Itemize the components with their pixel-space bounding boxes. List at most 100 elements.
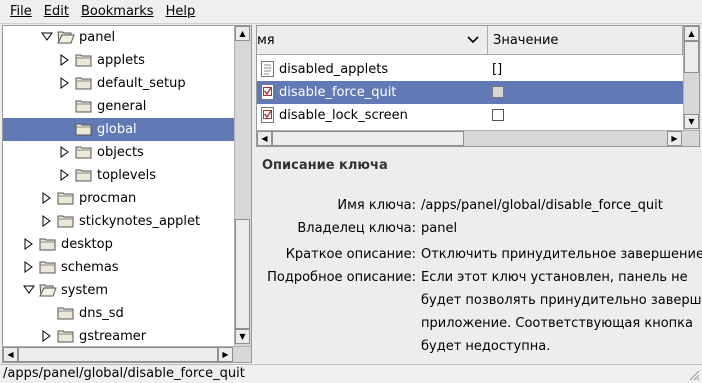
key-row-disabled-applets[interactable]: disabled_applets []: [257, 58, 683, 81]
expander-collapsed-icon[interactable]: [41, 330, 53, 342]
expander-collapsed-icon[interactable]: [59, 54, 71, 66]
key-tree[interactable]: gstreamer dns_sd system schemas desktop stick…: [2, 25, 252, 363]
expander-collapsed-icon[interactable]: [41, 215, 53, 227]
value-checkbox[interactable]: [492, 86, 504, 98]
key-row-disable-force-quit[interactable]: disable_force_quit: [257, 81, 683, 104]
tree-item-stickynotes-applet[interactable]: stickynotes_applet: [3, 210, 234, 233]
tree-item-label: toplevels: [97, 168, 156, 183]
tree-item-schemas[interactable]: schemas: [3, 256, 234, 279]
resize-grip-icon[interactable]: [688, 369, 700, 381]
scroll-down-arrow-icon[interactable]: ▼: [684, 114, 699, 129]
tree-item-toplevels[interactable]: toplevels: [3, 164, 234, 187]
folder-icon: [39, 260, 57, 274]
open-folder-icon: [39, 283, 57, 297]
key-owner-label: Владелец ключа:: [297, 221, 416, 236]
folder-icon: [75, 53, 93, 67]
key-value[interactable]: []: [492, 62, 502, 77]
list-horizontal-scrollbar[interactable]: ◀ ▶: [257, 130, 699, 146]
list-hscroll-thumb[interactable]: [272, 131, 464, 146]
tree-item-system[interactable]: system: [3, 279, 234, 302]
tree-item-dns-sd[interactable]: dns_sd: [3, 302, 234, 325]
key-description-title: Описание ключа: [262, 158, 388, 173]
expander-collapsed-icon[interactable]: [41, 192, 53, 204]
tree-item-gstreamer[interactable]: gstreamer: [3, 325, 234, 348]
folder-icon: [75, 76, 93, 90]
status-path: /apps/panel/global/disable_force_quit: [3, 366, 245, 381]
tree-vscroll-thumb[interactable]: [235, 219, 250, 329]
list-vertical-scrollbar[interactable]: ▲ ▼: [683, 26, 699, 130]
tree-vertical-scrollbar[interactable]: ▲ ▼: [234, 26, 251, 346]
tree-item-global[interactable]: global: [3, 118, 234, 141]
tree-item-objects[interactable]: objects: [3, 141, 234, 164]
folder-icon: [39, 237, 57, 251]
key-name-value: /apps/panel/global/disable_force_quit: [421, 198, 663, 213]
folder-icon: [75, 145, 93, 159]
tree-item-applets[interactable]: applets: [3, 49, 234, 72]
expander-collapsed-icon[interactable]: [59, 169, 71, 181]
scroll-right-arrow-icon[interactable]: ▶: [667, 131, 682, 146]
tree-item-general[interactable]: general: [3, 95, 234, 118]
tree-item-procman[interactable]: procman: [3, 187, 234, 210]
folder-icon: [75, 168, 93, 182]
column-value-label: Значение: [493, 32, 559, 48]
key-name: disabled_applets: [279, 62, 389, 77]
scroll-right-arrow-icon[interactable]: ▶: [218, 347, 233, 362]
short-description-value: Отключить принудительное завершение: [421, 247, 702, 262]
tree-item-label: schemas: [61, 260, 119, 275]
menu-bookmarks[interactable]: Bookmarks: [75, 2, 160, 22]
tree-horizontal-scrollbar[interactable]: ◀ ▶: [3, 346, 251, 362]
list-vscroll-thumb[interactable]: [684, 41, 699, 73]
value-checkbox[interactable]: [492, 109, 504, 121]
expander-expanded-icon[interactable]: [41, 31, 53, 43]
expander-collapsed-icon[interactable]: [23, 261, 35, 273]
scroll-down-arrow-icon[interactable]: ▼: [235, 329, 250, 344]
key-row-disable-lock-screen[interactable]: disable_lock_screen: [257, 104, 683, 127]
tree-item-label: desktop: [61, 237, 113, 252]
scroll-up-arrow-icon[interactable]: ▲: [684, 26, 699, 41]
tree-item-label: general: [97, 99, 147, 114]
chevron-down-icon: [467, 34, 479, 49]
tree-item-label: panel: [79, 30, 116, 45]
tree-item-label: applets: [97, 53, 145, 68]
folder-icon: [75, 99, 93, 113]
expander-expanded-icon[interactable]: [23, 284, 35, 296]
tree-item-desktop[interactable]: desktop: [3, 233, 234, 256]
key-name-label: Имя ключа:: [337, 198, 416, 213]
long-description-line-4: будет недоступна.: [421, 339, 551, 354]
tree-item-label: global: [97, 122, 137, 137]
expander-collapsed-icon[interactable]: [59, 146, 71, 158]
key-name: disable_lock_screen: [279, 108, 408, 123]
menu-file[interactable]: File: [4, 2, 38, 22]
tree-item-panel[interactable]: panel: [3, 26, 234, 49]
folder-icon: [57, 191, 75, 205]
folder-icon: [57, 214, 75, 228]
folder-icon: [57, 306, 75, 320]
long-description-line-2: будет позволять принудительно завершать: [421, 293, 702, 308]
tree-item-label: gstreamer: [79, 329, 147, 344]
column-header-value[interactable]: Значение: [488, 26, 683, 55]
tree-item-label: dns_sd: [79, 306, 124, 321]
menu-edit[interactable]: Edit: [38, 2, 75, 22]
folder-icon: [57, 329, 75, 343]
expander-collapsed-icon[interactable]: [59, 77, 71, 89]
menubar: File Edit Bookmarks Help: [0, 0, 702, 24]
expander-collapsed-icon[interactable]: [23, 238, 35, 250]
open-folder-icon: [57, 30, 75, 44]
tree-item-default-setup[interactable]: default_setup: [3, 72, 234, 95]
key-owner-value: panel: [421, 221, 458, 236]
column-header-name[interactable]: мя: [257, 26, 488, 55]
tree-item-label: default_setup: [97, 76, 186, 91]
scroll-left-arrow-icon[interactable]: ◀: [257, 131, 272, 146]
tree-hscroll-thumb[interactable]: [18, 347, 218, 362]
scroll-left-arrow-icon[interactable]: ◀: [3, 347, 18, 362]
folder-icon: [75, 122, 93, 136]
short-description-label: Краткое описание:: [285, 247, 416, 262]
tree-item-label: system: [61, 283, 108, 298]
tree-item-label: stickynotes_applet: [79, 214, 201, 229]
key-name: disable_force_quit: [279, 85, 397, 100]
long-description-line-1: Если этот ключ установлен, панель не: [421, 270, 688, 285]
key-value-list[interactable]: мя Значение ▲ ▼ ◀ ▶ disabled_applets[] di…: [256, 25, 700, 147]
menu-help[interactable]: Help: [160, 2, 202, 22]
tree-item-label: procman: [79, 191, 137, 206]
scroll-up-arrow-icon[interactable]: ▲: [235, 26, 250, 41]
